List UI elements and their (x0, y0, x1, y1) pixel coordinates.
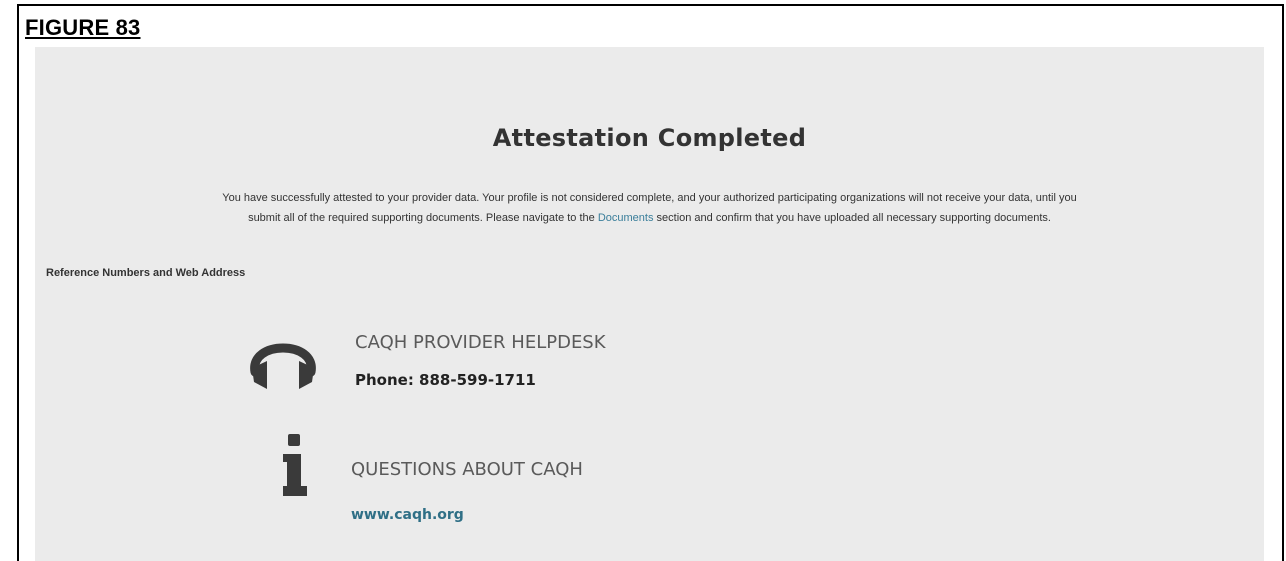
reference-heading: Reference Numbers and Web Address (46, 267, 246, 279)
figure-label: FIGURE 83 (25, 15, 141, 40)
message-line-2-start: submit all of the required supporting do… (248, 212, 598, 224)
message-line-2-end: section and confirm that you have upload… (653, 212, 1051, 224)
helpdesk-title: CAQH PROVIDER HELPDESK (355, 332, 606, 353)
message-line-2: submit all of the required supporting do… (35, 208, 1264, 228)
attestation-message: You have successfully attested to your p… (35, 188, 1264, 228)
questions-title: QUESTIONS ABOUT CAQH (351, 459, 583, 480)
page-title: Attestation Completed (492, 124, 807, 152)
info-icon (283, 432, 309, 498)
message-line-1: You have successfully attested to your p… (222, 192, 1077, 204)
headset-icon (245, 328, 321, 394)
attestation-panel: Attestation Completed You have successfu… (35, 47, 1264, 561)
helpdesk-phone: Phone: 888-599-1711 (355, 371, 536, 389)
caqh-website-link[interactable]: www.caqh.org (351, 507, 464, 523)
documents-link[interactable]: Documents (598, 212, 654, 224)
